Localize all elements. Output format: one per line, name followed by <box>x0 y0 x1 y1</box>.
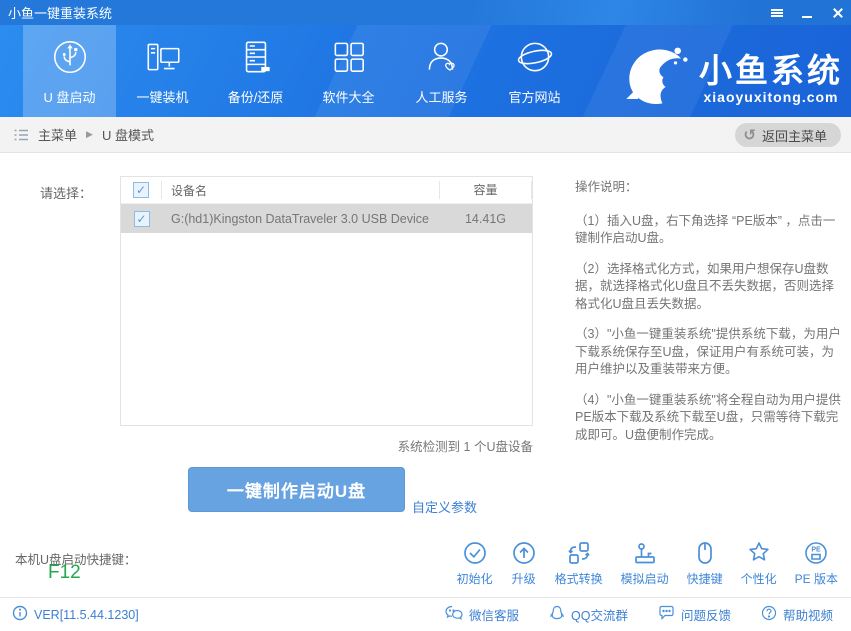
usb-icon <box>49 36 91 78</box>
grid-icon <box>328 36 370 78</box>
wechat-icon <box>445 605 463 624</box>
computer-icon <box>142 36 184 78</box>
instruction-step: （3）"小鱼一键重装系统"提供系统下载，为用户下载系统保存至U盘，保证用户有系统… <box>575 327 841 376</box>
mouse-icon <box>692 540 718 566</box>
title-bar: 小鱼一键重装系统 <box>0 0 851 25</box>
select-prompt-label: 请选择： <box>40 186 93 201</box>
tool-hotkey[interactable]: 快捷键 <box>687 540 723 587</box>
star-icon <box>746 540 772 566</box>
menu-icon[interactable] <box>769 5 785 21</box>
nav-label: U 盘启动 <box>43 90 96 105</box>
nav-label: 官方网站 <box>508 90 561 105</box>
person-icon <box>421 36 463 78</box>
nav-item-backup-restore[interactable]: 备份/还原 <box>209 25 302 117</box>
close-button[interactable] <box>829 5 845 21</box>
pe-version-icon: PE <box>803 540 829 566</box>
nav-label: 人工服务 <box>415 90 468 105</box>
nav-item-support[interactable]: 人工服务 <box>395 25 488 117</box>
window-controls <box>769 0 845 25</box>
globe-icon <box>514 36 556 78</box>
nav-item-one-key-install[interactable]: 一键装机 <box>116 25 209 117</box>
breadcrumb-current: U 盘模式 <box>101 128 154 143</box>
instruction-step: （4）"小鱼一键重装系统"将全程自动为用户提供PE版本下载及系统下载至U盘，只需… <box>575 392 841 442</box>
tool-personalize[interactable]: 个性化 <box>741 540 777 587</box>
tool-initialize[interactable]: 初始化 <box>457 540 493 587</box>
hotkey-value: F12 <box>48 562 81 583</box>
brand-logo: 小鱼系统 xiaoyuxitong.com <box>623 41 843 116</box>
joystick-icon <box>632 540 658 566</box>
table-row[interactable]: G:(hd1)Kingston DataTraveler 3.0 USB Dev… <box>121 204 532 233</box>
device-table: 设备名 容量 G:(hd1)Kingston DataTraveler 3.0 … <box>120 176 533 426</box>
main-nav: U 盘启动 一键装机 备份/还原 软件大全 人工服务 官方网站 小鱼系统 xia… <box>0 25 851 117</box>
breadcrumb-root[interactable]: 主菜单 <box>38 125 77 144</box>
brand-url: xiaoyuxitong.com <box>703 88 839 105</box>
check-circle-icon <box>462 540 488 566</box>
back-to-main-menu-button[interactable]: ↺ 返回主菜单 <box>735 123 841 147</box>
breadcrumb: 主菜单 ▶ U 盘模式 ↺ 返回主菜单 <box>0 117 851 153</box>
tool-pe-version[interactable]: PE PE 版本 <box>795 540 838 587</box>
status-bar: VER[11.5.44.1230] 微信客服 QQ交流群 问题反馈 帮助视频 <box>0 597 851 631</box>
detection-status-text: 系统检测到 1 个U盘设备 <box>397 440 533 454</box>
device-capacity: 14.41G <box>464 211 506 226</box>
instruction-step: （1）插入U盘，右下角选择 “PE版本” ，点击一键制作启动U盘。 <box>575 213 836 246</box>
speech-bubble-icon <box>658 605 675 624</box>
wechat-support-link[interactable]: 微信客服 <box>445 605 519 625</box>
qq-icon <box>549 605 565 625</box>
instructions-title: 操作说明： <box>575 180 638 194</box>
convert-icon <box>566 540 592 566</box>
column-header-device: 设备名 <box>171 183 208 198</box>
qq-group-link[interactable]: QQ交流群 <box>549 605 628 625</box>
feedback-link[interactable]: 问题反馈 <box>658 605 731 625</box>
chevron-right-icon: ▶ <box>86 129 93 139</box>
column-header-capacity: 容量 <box>439 181 532 199</box>
row-checkbox[interactable] <box>133 210 150 227</box>
info-icon <box>12 605 28 624</box>
device-name: G:(hd1)Kingston DataTraveler 3.0 USB Dev… <box>171 211 429 226</box>
fish-logo-icon <box>623 41 693 116</box>
server-icon <box>235 36 277 78</box>
custom-params-link[interactable]: 自定义参数 <box>412 497 477 516</box>
nav-item-usb-boot[interactable]: U 盘启动 <box>23 25 116 117</box>
nav-label: 软件大全 <box>322 90 375 105</box>
tool-simulate-boot[interactable]: 模拟启动 <box>621 540 669 587</box>
tool-upgrade[interactable]: 升级 <box>511 540 537 587</box>
back-arrow-icon: ↺ <box>743 126 756 144</box>
nav-label: 备份/还原 <box>227 90 284 105</box>
window-title: 小鱼一键重装系统 <box>8 6 113 21</box>
arrow-up-circle-icon <box>511 540 537 566</box>
make-usb-button[interactable]: 一键制作启动U盘 <box>188 467 405 512</box>
tool-format-convert[interactable]: 格式转换 <box>555 540 603 587</box>
list-icon <box>13 127 29 143</box>
nav-label: 一键装机 <box>136 90 189 105</box>
tools-row: 初始化 升级 格式转换 模拟启动 快捷键 个性化 PE PE 版本 <box>457 540 838 587</box>
question-circle-icon <box>761 605 777 624</box>
instruction-step: （2）选择格式化方式，如果用户想保存U盘数据，就选择格式化U盘且不丢失数据，否则… <box>575 261 835 311</box>
nav-item-website[interactable]: 官方网站 <box>488 25 581 117</box>
table-header: 设备名 容量 <box>121 177 532 204</box>
minimize-button[interactable] <box>799 5 815 21</box>
help-video-link[interactable]: 帮助视频 <box>761 605 833 625</box>
nav-item-software[interactable]: 软件大全 <box>302 25 395 117</box>
instructions-panel: 操作说明： （1）插入U盘，右下角选择 “PE版本” ，点击一键制作启动U盘。 … <box>575 179 843 457</box>
brand-name: 小鱼系统 <box>699 51 843 89</box>
svg-text:PE: PE <box>812 547 822 554</box>
select-all-checkbox[interactable] <box>133 182 149 198</box>
version-info: VER[11.5.44.1230] <box>12 605 139 624</box>
